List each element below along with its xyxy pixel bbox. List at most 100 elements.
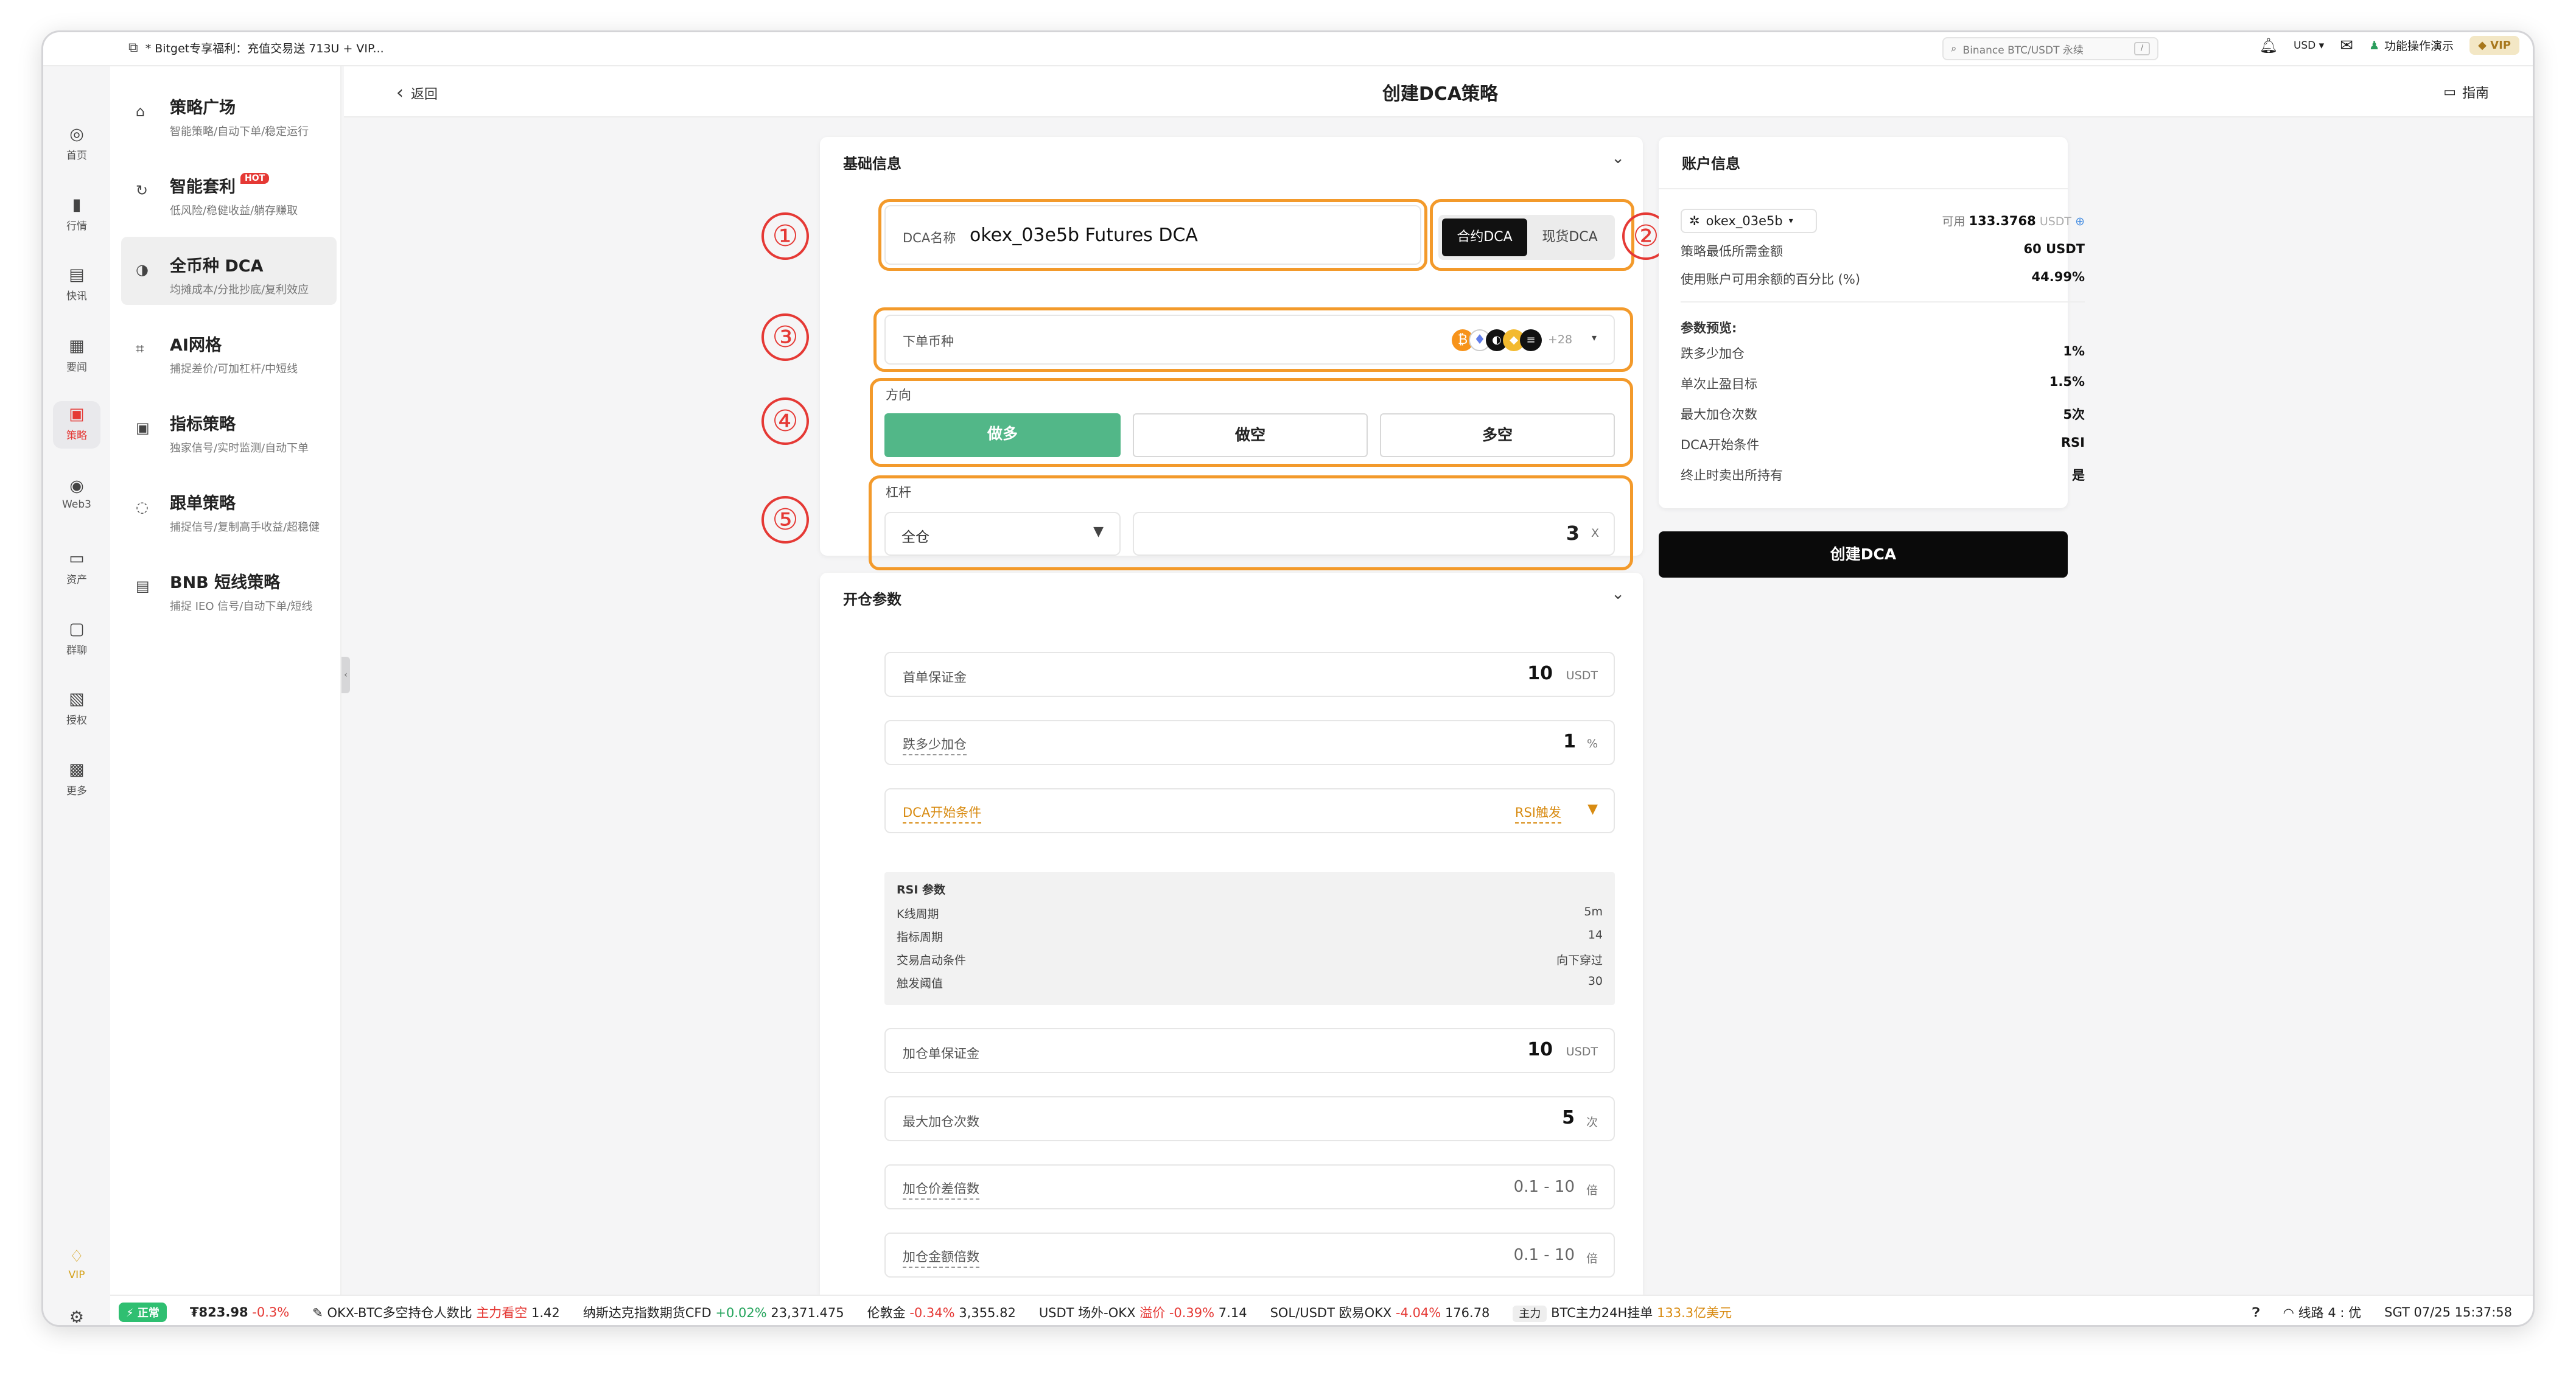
vip-badge[interactable]: ◆ VIP [2469,36,2519,55]
menu-item-copy[interactable]: ◌ 跟单策略 捕捉信号/复制高手收益/超稳健 [121,474,337,542]
chevron-down-icon[interactable]: ⌄ [1611,149,1625,167]
ticker-item-btc-orders[interactable]: 主力 BTC主力24H挂单 133.3亿美元 [1513,1303,1732,1322]
menu-item-indicator[interactable]: ▣ 指标策略 独家信号/实时监测/自动下单 [121,395,337,463]
rsi-value: 30 [1587,974,1603,988]
price-value: ₮823.98 [189,1305,248,1320]
rail-label: 更多 [66,785,87,797]
ticker-name: OKX-BTC多空持仓人数比 [327,1306,472,1320]
ticker-item-sol[interactable]: SOL/USDT 欧易OKX -4.04% 176.78 [1270,1303,1490,1321]
ticker-tag: 溢价 -0.39% [1139,1306,1215,1320]
menu-item-arbitrage[interactable]: ↻ 智能套利 HOT 低风险/稳健收益/躺存赚取 [121,158,337,226]
dca-start-condition-select[interactable]: DCA开始条件 RSI触发 ▼ [884,788,1615,833]
currency-select[interactable]: USD ▾ [2294,40,2324,52]
vip-label: VIP [2490,39,2511,52]
divider [1659,188,2068,189]
ticker-item-usdt[interactable]: USDT 场外-OKX 溢价 -0.39% 7.14 [1039,1303,1247,1321]
menu-item-plaza[interactable]: ⌂ 策略广场 智能策略/自动下单/稳定运行 [121,79,337,147]
drop-add-field[interactable]: 跌多少加仓 1 % [884,720,1615,765]
search-shortcut: / [2134,42,2150,55]
rail-label: 策略 [66,430,87,442]
network-route[interactable]: ◠ 线路 4 : 优 [2283,1303,2361,1321]
guide-link[interactable]: ▭ 指南 [2443,82,2489,102]
rail-vip[interactable]: ♢ VIP [43,1247,110,1281]
ticker-item-ratio[interactable]: ✎ OKX-BTC多空持仓人数比 主力看空 1.42 [312,1303,560,1321]
menu-item-bnb[interactable]: ▤ BNB 短线策略 捕捉 IEO 信号/自动下单/短线 [121,553,337,621]
balance-percent-row: 使用账户可用余额的百分比 (%) 44.99% [1681,270,2085,288]
price-multiplier-field[interactable]: 加仓价差倍数 0.1 - 10 倍 [884,1164,1615,1209]
preview-row: 最大加仓次数 5次 [1681,405,2085,423]
account-select[interactable]: ✲ okex_03e5b ▾ [1681,209,1817,233]
ticker-value: 133.3亿美元 [1656,1306,1732,1320]
demo-link[interactable]: ♟ 功能操作演示 [2369,37,2454,54]
acc-key: 策略最低所需金额 [1681,244,1783,259]
ticker-change: +0.02% [715,1306,767,1320]
divider [1681,301,2085,303]
available-label: 可用 [1942,215,1965,228]
ticker-item-gold[interactable]: 伦敦金 -0.34% 3,355.82 [867,1303,1016,1321]
auth-icon: ▧ [69,690,85,708]
help-icon[interactable]: ❓︎ [2252,1305,2260,1320]
ticker-value: 3,355.82 [959,1306,1016,1320]
rail-wallet[interactable]: ▭ 资产 [43,549,110,586]
create-dca-button[interactable]: 创建DCA [1659,531,2068,578]
okx-logo-icon: ✲ [1689,214,1700,228]
ticker-value: 1.42 [531,1306,560,1320]
preview-row: 单次止盈目标 1.5% [1681,374,2085,393]
settings-button[interactable]: ⚙ [43,1308,110,1325]
notice-bar[interactable]: ⧉ * Bitget专享福利：充值交易送 713U + VIP... [128,40,384,56]
mail-icon[interactable]: ✉ [2340,37,2353,55]
acc-key: 跌多少加仓 [1681,346,1745,361]
amount-multiplier-field[interactable]: 加仓金额倍数 0.1 - 10 倍 [884,1233,1615,1278]
price-multiplier-label: 加仓价差倍数 [903,1179,979,1200]
available-balance: 可用 133.3768 USDT ⊕ [1900,212,2085,229]
drop-add-value: 1 [1563,731,1576,752]
rail-label: 行情 [66,220,87,233]
max-add-field[interactable]: 最大加仓次数 5 次 [884,1096,1615,1141]
available-value: 133.3768 [1969,214,2036,228]
rail-label: 资产 [66,574,87,586]
add-margin-value: 10 [1527,1039,1553,1060]
copy-trade-icon: ◌ [136,498,149,516]
rail-auth[interactable]: ▧ 授权 [43,690,110,727]
ticker-tag: 主力看空 [476,1306,528,1320]
acc-value: 1% [2063,344,2085,358]
amount-multiplier-unit: 倍 [1586,1252,1598,1265]
min-amount-row: 策略最低所需金额 60 USDT [1681,242,2085,260]
amount-multiplier-label: 加仓金额倍数 [903,1247,979,1268]
rail-home[interactable]: ◎ 首页 [43,125,110,162]
rsi-key: K线周期 [897,908,939,921]
rail-web3[interactable]: ◉ Web3 [43,477,110,511]
first-margin-field[interactable]: 首单保证金 10 USDT [884,652,1615,697]
ticker-name: 伦敦金 [867,1306,906,1320]
left-rail: ◎ 首页 ▮ 行情 ▤ 快讯 ▦ 要闻 ▣ 策略 ◉ Web3 ▭ 资产 ▢ 群聊 ▧ 授权 ▩ 更… [43,66,110,1325]
ticker-price-1[interactable]: ₮823.98 -0.3% [190,1305,289,1320]
acc-value: 1.5% [2049,374,2085,389]
preview-row: DCA开始条件 RSI [1681,435,2085,453]
highlight-box-5 [869,475,1633,570]
acc-key: 单次止盈目标 [1681,377,1757,391]
search-input[interactable]: ⌕ Binance BTC/USDT 永续 / [1942,37,2158,60]
rail-chat[interactable]: ▢ 群聊 [43,620,110,657]
bell-icon[interactable]: 🔔︎ [2259,37,2277,54]
route-label: 线路 4 : 优 [2298,1306,2362,1320]
add-margin-field[interactable]: 加仓单保证金 10 USDT [884,1028,1615,1073]
collapse-menu-handle[interactable]: ‹ [341,657,350,693]
indicator-icon: ▣ [136,419,150,436]
rail-strategy[interactable]: ▣ 策略 [43,401,110,449]
rail-more[interactable]: ▩ 更多 [43,760,110,797]
menu-item-grid[interactable]: ⌗ AI网格 捕捉差价/可加杠杆/中短线 [121,316,337,384]
chevron-down-icon[interactable]: ⌄ [1611,585,1625,603]
rsi-key: 指标周期 [897,931,943,944]
guide-label: 指南 [2462,86,2489,101]
rail-article[interactable]: ▦ 要闻 [43,337,110,374]
article-icon: ▦ [69,337,85,355]
rail-news[interactable]: ▤ 快讯 [43,265,110,303]
rail-market[interactable]: ▮ 行情 [43,195,110,233]
caret-down-icon: ▾ [1788,216,1793,226]
price-change: -0.3% [252,1305,290,1320]
acc-value: 44.99% [2031,270,2085,284]
ticker-item-nasdaq[interactable]: 纳斯达克指数期货CFD +0.02% 23,371.475 [583,1303,844,1321]
add-funds-icon[interactable]: ⊕ [2075,215,2085,228]
bnb-icon: ▤ [136,578,150,595]
menu-item-dca[interactable]: ◑ 全币种 DCA 均摊成本/分批抄底/复利效应 [121,237,337,305]
